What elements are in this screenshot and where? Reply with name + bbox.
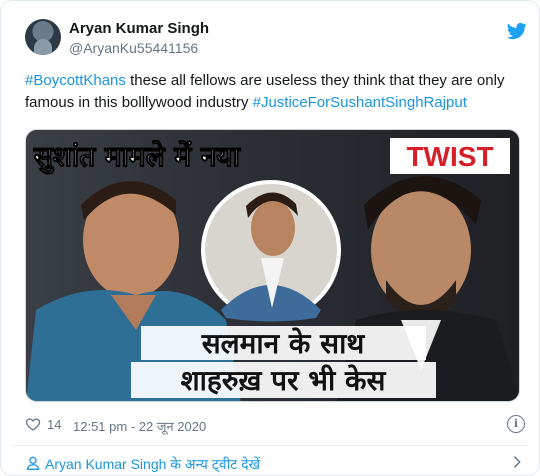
author-name[interactable]: Aryan Kumar Singh: [69, 20, 209, 37]
avatar[interactable]: [25, 19, 61, 55]
tweet-text: #BoycottKhans these all fellows are usel…: [25, 70, 525, 114]
twitter-bird-icon[interactable]: [507, 21, 527, 41]
divider: [13, 445, 527, 446]
caption-line2: शाहरुख़ पर भी केस: [181, 364, 387, 397]
heart-icon[interactable]: [25, 416, 41, 432]
tweet-card: Aryan Kumar Singh @AryanKu55441156 #Boyc…: [0, 0, 540, 476]
hashtag-boycottkhans[interactable]: #BoycottKhans: [25, 72, 126, 89]
headline-top: सुशांत मामले में नया: [33, 140, 242, 174]
person-icon: [26, 456, 40, 470]
media-image: सुशांत मामले में नया TWIST सलमान के साथ …: [26, 130, 519, 401]
twist-label: TWIST: [406, 141, 493, 172]
hashtag-justice[interactable]: #JusticeForSushantSinghRajput: [253, 94, 467, 111]
like-count[interactable]: 14: [47, 417, 61, 432]
tweet-media[interactable]: सुशांत मामले में नया TWIST सलमान के साथ …: [25, 129, 520, 402]
more-tweets-label[interactable]: Aryan Kumar Singh के अन्य ट्वीट देखें: [45, 455, 260, 474]
author-handle[interactable]: @AryanKu55441156: [69, 40, 198, 56]
more-tweets-link[interactable]: Aryan Kumar Singh के अन्य ट्वीट देखें: [25, 453, 531, 473]
timestamp[interactable]: 12:51 pm - 22 जून 2020: [73, 417, 206, 435]
chevron-right-icon[interactable]: [509, 454, 525, 470]
tweet-meta: 14 12:51 pm - 22 जून 2020 i: [25, 413, 533, 435]
info-icon[interactable]: i: [507, 415, 525, 433]
tweet-header: Aryan Kumar Singh @AryanKu55441156: [25, 15, 527, 63]
caption-line1: सलमान के साथ: [201, 327, 366, 360]
